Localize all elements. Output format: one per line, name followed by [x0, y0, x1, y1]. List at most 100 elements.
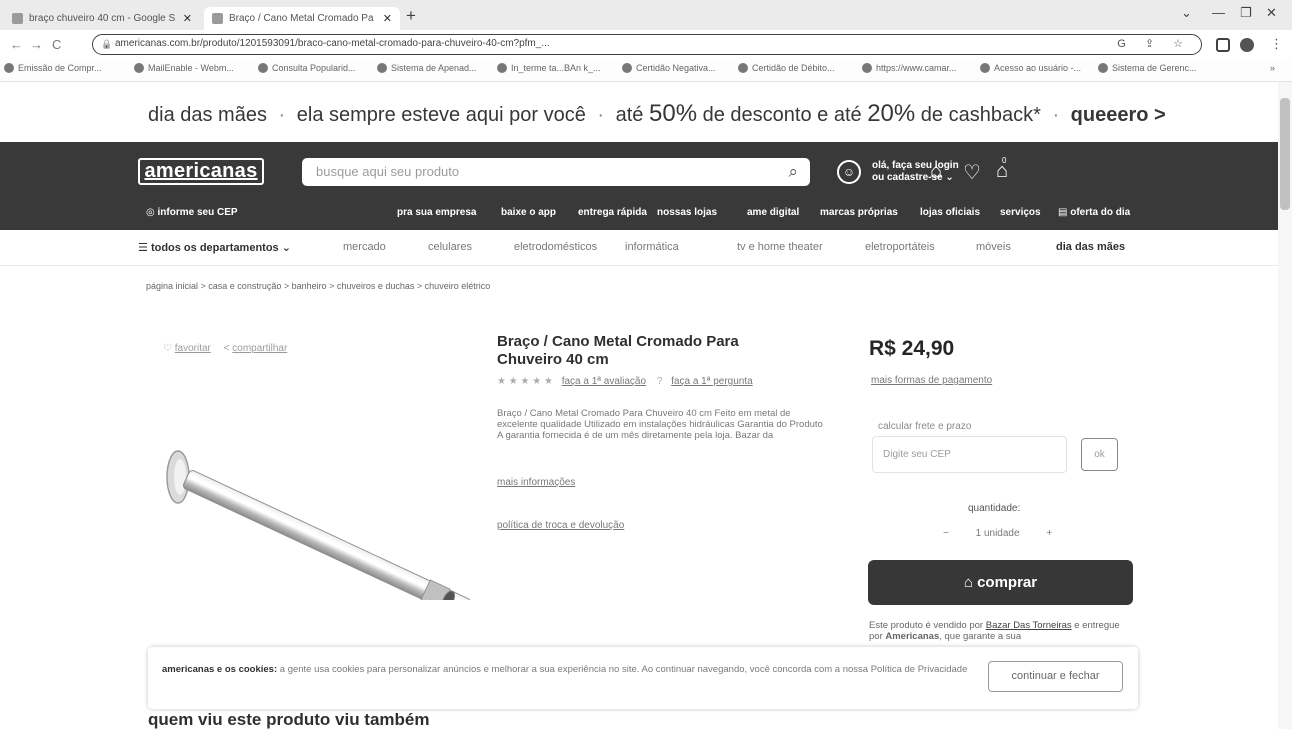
- back-icon[interactable]: ←: [10, 37, 23, 52]
- seller-link[interactable]: Bazar Das Torneiras: [986, 620, 1072, 631]
- browser-menu-icon[interactable]: ⋮: [1270, 36, 1283, 52]
- department-link[interactable]: informática: [625, 241, 679, 253]
- reload-icon[interactable]: C: [52, 37, 61, 52]
- buy-button[interactable]: ⌂ comprar: [868, 560, 1133, 605]
- question-link[interactable]: faça a 1ª pergunta: [671, 376, 753, 387]
- address-bar-row: ← → C 🔒 americanas.com.br/produto/120159…: [0, 30, 1292, 58]
- nav-link[interactable]: nossas lojas: [657, 207, 717, 218]
- promo-cta[interactable]: queeero >: [1071, 104, 1166, 126]
- browser-tab-google[interactable]: braço chuveiro 40 cm - Google S ✕: [4, 7, 200, 30]
- share-link[interactable]: compartilhar: [232, 343, 287, 354]
- search-icon[interactable]: ⌕: [788, 158, 798, 186]
- quantity-stepper: − 1 unidade +: [931, 528, 1064, 539]
- nav-link-offer[interactable]: ▤ oferta do dia: [1058, 207, 1130, 218]
- bookmark-item[interactable]: Acesso ao usuário -...: [980, 63, 1081, 73]
- departments-bar: ☰ todos os departamentos ⌄ mercado celul…: [0, 230, 1278, 266]
- lock-icon[interactable]: 🔒: [101, 35, 112, 53]
- close-window-icon[interactable]: ✕: [1266, 5, 1277, 21]
- close-tab-icon[interactable]: ✕: [183, 12, 192, 25]
- tab-search-icon[interactable]: ⌄: [1181, 5, 1192, 21]
- department-link[interactable]: celulares: [428, 241, 472, 253]
- url-action-icons[interactable]: G ⇪ ☆: [1117, 35, 1191, 53]
- heart-icon[interactable]: ♡: [963, 160, 981, 185]
- department-link[interactable]: eletroportáteis: [865, 241, 935, 253]
- bookmark-icon: [134, 63, 144, 73]
- decrease-quantity-button[interactable]: −: [943, 528, 949, 539]
- product-price: R$ 24,90: [869, 337, 955, 360]
- favorite-link[interactable]: favoritar: [175, 343, 211, 354]
- review-link[interactable]: faça a 1ª avaliação: [562, 376, 646, 387]
- shipping-label: calcular frete e prazo: [878, 421, 972, 432]
- product-image[interactable]: [150, 450, 490, 600]
- bookmark-item[interactable]: Sistema de Gerenc...: [1098, 63, 1197, 73]
- bookmark-icon: [497, 63, 507, 73]
- url-field[interactable]: 🔒 americanas.com.br/produto/1201593091/b…: [92, 34, 1202, 55]
- bookmark-item[interactable]: In_terme ta...BAn k_...: [497, 63, 601, 73]
- nav-link[interactable]: ame digital: [747, 207, 799, 218]
- bookmark-item[interactable]: Certidão Negativa...: [622, 63, 716, 73]
- profile-avatar[interactable]: [1240, 38, 1254, 52]
- cep-link[interactable]: ◎ informe seu CEP: [146, 207, 238, 218]
- close-tab-icon[interactable]: ✕: [383, 12, 392, 25]
- accept-cookies-button[interactable]: continuar e fechar: [988, 661, 1123, 692]
- department-link[interactable]: eletrodomésticos: [514, 241, 597, 253]
- cep-input[interactable]: Digite seu CEP: [872, 436, 1067, 473]
- more-info-link[interactable]: mais informações: [497, 477, 575, 488]
- header-subnav: ◎ informe seu CEP pra sua empresa baixe …: [0, 202, 1278, 222]
- nav-link[interactable]: marcas próprias: [820, 207, 898, 218]
- offer-icon: ▤: [1058, 207, 1068, 218]
- restore-icon[interactable]: ❐: [1240, 5, 1252, 21]
- quantity-label: quantidade:: [968, 503, 1021, 514]
- quantity-value: 1 unidade: [975, 528, 1020, 539]
- promo-text: dia das mães · ela sempre esteve aqui po…: [148, 100, 1166, 127]
- americanas-logo[interactable]: americanas: [138, 158, 264, 185]
- nav-link[interactable]: pra sua empresa: [397, 207, 477, 218]
- bookmark-item[interactable]: Emissão de Compr...: [4, 63, 102, 73]
- share-icon[interactable]: <: [224, 343, 230, 354]
- scrollbar-thumb[interactable]: [1280, 98, 1290, 210]
- payment-options-link[interactable]: mais formas de pagamento: [871, 375, 992, 386]
- chevron-down-icon: ⌄: [281, 242, 291, 254]
- product-title: Braço / Cano Metal Cromado Para Chuveiro…: [497, 333, 739, 368]
- product-description: Braço / Cano Metal Cromado Para Chuveiro…: [497, 408, 823, 441]
- bookmark-icon: [258, 63, 268, 73]
- url-text: americanas.com.br/produto/1201593091/bra…: [115, 38, 550, 49]
- nav-link[interactable]: baixe o app: [501, 207, 556, 218]
- new-tab-button[interactable]: +: [406, 6, 416, 26]
- login-link[interactable]: olá, faça seu login ou cadastre-se ⌄: [872, 160, 959, 184]
- forward-icon[interactable]: →: [30, 37, 43, 52]
- cep-ok-button[interactable]: ok: [1081, 438, 1118, 471]
- department-link[interactable]: mercado: [343, 241, 386, 253]
- browser-tab-bar: braço chuveiro 40 cm - Google S ✕ Braço …: [0, 0, 1292, 30]
- department-link[interactable]: tv e home theater: [737, 241, 823, 253]
- user-icon[interactable]: ☺: [837, 160, 861, 184]
- google-favicon-icon: [12, 13, 23, 24]
- nav-link[interactable]: serviços: [1000, 207, 1041, 218]
- extension-icon[interactable]: [1216, 38, 1230, 52]
- bookmark-item[interactable]: Consulta Popularid...: [258, 63, 356, 73]
- nav-link[interactable]: lojas oficiais: [920, 207, 980, 218]
- increase-quantity-button[interactable]: +: [1046, 528, 1052, 539]
- bookmark-item[interactable]: MailEnable - Webm...: [134, 63, 234, 73]
- more-bookmarks-icon[interactable]: »: [1270, 63, 1275, 73]
- department-link[interactable]: dia das mães: [1056, 241, 1125, 253]
- heart-icon[interactable]: ♡: [163, 343, 172, 354]
- minimize-icon[interactable]: —: [1212, 5, 1225, 20]
- bookmark-icon: [622, 63, 632, 73]
- return-policy-link[interactable]: política de troca e devolução: [497, 520, 624, 531]
- nav-link[interactable]: entrega rápida: [578, 207, 647, 218]
- tab-label: braço chuveiro 40 cm - Google S: [29, 13, 176, 24]
- rating-row: ★ ★ ★ ★ ★ faça a 1ª avaliação ? faça a 1…: [497, 376, 753, 387]
- bookmark-item[interactable]: https://www.camar...: [862, 63, 957, 73]
- browser-tab-product[interactable]: Braço / Cano Metal Cromado Pa ✕: [204, 7, 400, 30]
- bookmark-item[interactable]: Certidão de Débito...: [738, 63, 835, 73]
- department-link[interactable]: móveis: [976, 241, 1011, 253]
- chevron-down-icon: ⌄: [945, 172, 954, 183]
- search-input[interactable]: busque aqui seu produto ⌕: [302, 158, 810, 186]
- store-icon[interactable]: ⌂: [930, 160, 942, 183]
- promo-banner[interactable]: dia das mães · ela sempre esteve aqui po…: [0, 82, 1278, 142]
- bookmark-icon: [4, 63, 14, 73]
- breadcrumb[interactable]: página inicial > casa e construção > ban…: [146, 281, 490, 291]
- bookmark-item[interactable]: Sistema de Apenad...: [377, 63, 477, 73]
- all-departments-menu[interactable]: ☰ todos os departamentos ⌄: [138, 241, 291, 254]
